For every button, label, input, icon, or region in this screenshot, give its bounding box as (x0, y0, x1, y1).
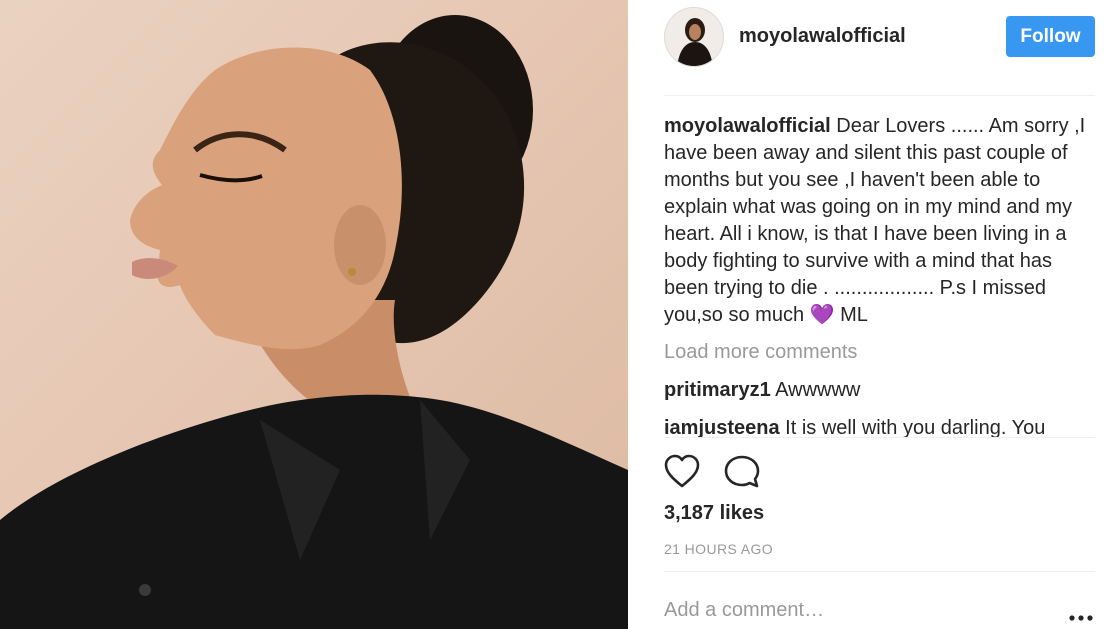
avatar-image (665, 8, 723, 66)
caption-text: Dear Lovers ...... Am sorry ,I have been… (664, 115, 1086, 326)
heart-outline-icon[interactable] (664, 454, 700, 490)
post-photo[interactable] (0, 0, 628, 629)
comment-text: It is well with you darling. You (785, 417, 1046, 437)
speech-bubble-icon[interactable] (724, 454, 760, 490)
comments-section[interactable]: moyolawalofficial Dear Lovers ...... Am … (664, 113, 1095, 437)
caption-signoff: ML (834, 304, 868, 326)
purple-heart-emoji: 💜 (809, 304, 835, 326)
post-details-panel: moyolawalofficial Follow moyolawaloffici… (628, 0, 1117, 629)
comment-item: iamjusteena It is well with you darling.… (664, 415, 1095, 437)
portrait-image (0, 15, 628, 629)
comment-username[interactable]: pritimaryz1 (664, 379, 771, 401)
post-caption: moyolawalofficial Dear Lovers ...... Am … (664, 113, 1095, 329)
divider (664, 571, 1095, 572)
avatar[interactable] (664, 7, 724, 67)
ellipsis-icon[interactable] (1068, 610, 1094, 621)
comment-item: pritimaryz1 Awwwww (664, 377, 1095, 404)
divider (664, 437, 1095, 438)
post-header: moyolawalofficial Follow (664, 7, 1095, 67)
post-username[interactable]: moyolawalofficial (739, 25, 906, 48)
post-timestamp: 21 HOURS AGO (664, 541, 774, 557)
comment-text: Awwwww (775, 379, 861, 401)
divider (664, 95, 1095, 96)
caption-username[interactable]: moyolawalofficial (664, 115, 831, 137)
load-more-comments-link[interactable]: Load more comments (664, 339, 1095, 366)
add-comment-input[interactable]: Add a comment… (664, 599, 824, 622)
likes-count[interactable]: 3,187 likes (664, 502, 764, 525)
comment-username[interactable]: iamjusteena (664, 417, 780, 437)
follow-button[interactable]: Follow (1006, 16, 1095, 57)
